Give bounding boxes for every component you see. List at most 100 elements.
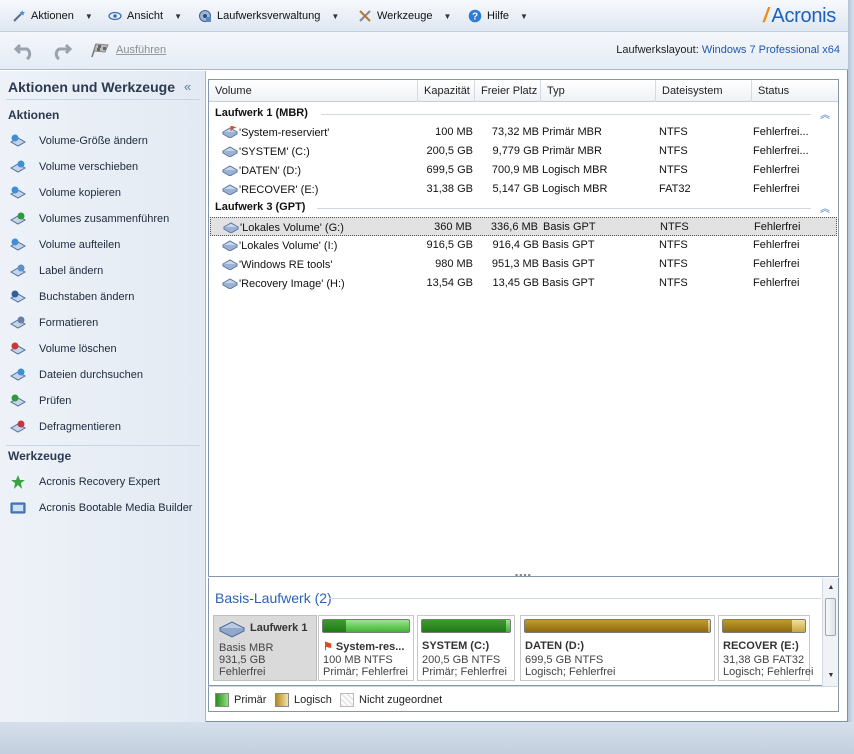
sidebar-action-item[interactable]: Volume verschieben [10, 158, 200, 176]
filesystem-cell: NTFS [659, 164, 688, 176]
table-row[interactable]: 'Lokales Volume' (I:) 916,5 GB 916,4 GB Bas… [210, 236, 837, 255]
sidebar-tool-item[interactable]: Acronis Recovery Expert [10, 473, 200, 491]
column-free-space[interactable]: Freier Platz [475, 80, 541, 102]
filesystem-cell: NTFS [659, 145, 688, 157]
volume-cell: 'System-reserviert' [222, 126, 329, 139]
volume-icon [223, 222, 239, 233]
partition-card[interactable]: SYSTEM (C:) 200,5 GB NTFS Primär; Fehlerfr… [417, 615, 515, 681]
sidebar-action-label: Buchstaben ändern [39, 291, 135, 303]
menu-actions-label: Aktionen [31, 10, 74, 22]
volume-cell: 'Windows RE tools' [222, 258, 332, 271]
splitter-grip[interactable]: ▪▪▪▪ [515, 570, 532, 580]
partition-status: Primär; Fehlerfrei [323, 666, 408, 678]
sidebar-action-item[interactable]: Volume löschen [10, 340, 200, 358]
scroll-up-icon[interactable]: ▲ [823, 581, 839, 595]
partition-card[interactable]: RECOVER (E:) 31,38 GB FAT32 Logisch; Fehle… [718, 615, 814, 681]
sidebar-tool-item[interactable]: Acronis Bootable Media Builder [10, 499, 200, 517]
sidebar-action-label: Volume löschen [39, 343, 117, 355]
format-icon [10, 316, 26, 329]
scroll-thumb[interactable] [825, 598, 836, 636]
column-filesystem[interactable]: Dateisystem [656, 80, 752, 102]
execute-button[interactable]: Ausführen [90, 42, 166, 58]
table-row[interactable]: 'Lokales Volume' (G:) 360 MB 336,6 MB Basis… [210, 217, 837, 236]
menu-tools-label: Werkzeuge [377, 10, 433, 22]
volume-list: Volume Kapazität Freier Platz Typ Dateis… [208, 79, 839, 577]
column-volume[interactable]: Volume [209, 80, 418, 102]
scroll-down-icon[interactable]: ▼ [823, 669, 839, 683]
column-capacity[interactable]: Kapazität [418, 80, 475, 102]
acronis-logo: / Acronis [763, 4, 836, 28]
chevron-down-icon: ▼ [443, 11, 452, 21]
sidebar-action-item[interactable]: Volume-Größe ändern [10, 132, 200, 150]
menu-tools[interactable]: Werkzeuge ▼ [358, 8, 451, 24]
column-type[interactable]: Typ [541, 80, 656, 102]
capacity-cell: 980 MB [435, 258, 473, 270]
undo-button[interactable] [14, 40, 36, 60]
primary-swatch-icon [215, 693, 229, 707]
execute-label: Ausführen [116, 44, 167, 56]
sidebar-action-item[interactable]: Volume aufteilen [10, 236, 200, 254]
volume-name: 'SYSTEM' (C:) [239, 146, 310, 158]
volume-icon [222, 165, 238, 176]
sidebar-action-item[interactable]: Defragmentieren [10, 418, 200, 436]
sidebar-action-item[interactable]: Buchstaben ändern [10, 288, 200, 306]
table-row[interactable]: 'Windows RE tools' 980 MB 951,3 MB Basis GP… [210, 255, 837, 274]
chevron-down-icon: ▼ [520, 11, 528, 21]
legend-unallocated: Nicht zugeordnet [340, 693, 442, 707]
type-cell: Basis GPT [543, 221, 596, 233]
filesystem-cell: NTFS [659, 277, 688, 289]
menu-actions[interactable]: Aktionen ▼ [12, 8, 93, 24]
label-icon [10, 264, 26, 277]
type-cell: Logisch MBR [542, 183, 608, 195]
sidebar-action-item[interactable]: Formatieren [10, 314, 200, 332]
actions-heading: Aktionen [8, 108, 60, 122]
free-space-cell: 916,4 GB [492, 239, 539, 251]
table-row[interactable]: 'SYSTEM' (C:) 200,5 GB 9,779 GB Primär MBR N… [210, 142, 837, 161]
merge-volumes-icon [10, 212, 26, 225]
partition-usage-bar [524, 619, 711, 633]
sidebar-action-label: Volume aufteilen [39, 239, 121, 251]
resize-volume-icon [10, 134, 26, 147]
sidebar-action-item[interactable]: Volume kopieren [10, 184, 200, 202]
redo-button[interactable] [50, 40, 72, 60]
table-row[interactable]: 'DATEN' (D:) 699,5 GB 700,9 MB Logisch MBR N… [210, 161, 837, 180]
menu-view[interactable]: Ansicht ▼ [108, 8, 182, 24]
volume-icon [222, 259, 238, 270]
disk-layout-link[interactable]: Windows 7 Professional x64 [702, 44, 840, 56]
status-cell: Fehlerfrei... [753, 145, 809, 157]
browse-files-icon [10, 368, 26, 381]
chevron-down-icon: ▼ [174, 11, 182, 21]
collapse-group-icon[interactable]: ︽ [820, 200, 830, 215]
menu-disk-management[interactable]: Laufwerksverwaltung ▼ [198, 8, 339, 24]
table-row[interactable]: 'RECOVER' (E:) 31,38 GB 5,147 GB Logisch MB… [210, 180, 837, 199]
sidebar-action-label: Label ändern [39, 265, 104, 277]
partition-card[interactable]: DATEN (D:) 699,5 GB NTFS Logisch; Fehlerfr… [520, 615, 715, 681]
menu-view-label: Ansicht [127, 10, 164, 22]
column-status[interactable]: Status [752, 80, 838, 102]
capacity-cell: 31,38 GB [426, 183, 473, 195]
menu-help[interactable]: ? Hilfe ▼ [468, 8, 528, 24]
sidebar-action-item[interactable]: Dateien durchsuchen [10, 366, 200, 384]
sidebar: Aktionen und Werkzeuge « Aktionen Volume… [0, 71, 206, 722]
status-cell: Fehlerfrei... [753, 126, 809, 138]
app-window: Aktionen ▼ Ansicht ▼ Laufwerksverwaltung… [0, 0, 848, 722]
collapse-group-icon[interactable]: ︽ [820, 106, 830, 121]
move-volume-icon [10, 160, 26, 173]
table-row[interactable]: 'Recovery Image' (H:) 13,54 GB 13,45 GB Bas… [210, 274, 837, 293]
lower-scrollbar[interactable]: ▲ ▼ [822, 578, 838, 686]
check-icon [10, 394, 26, 407]
table-row[interactable]: 'System-reserviert' 100 MB 73,32 MB Primär … [210, 123, 837, 142]
menu-bar: Aktionen ▼ Ansicht ▼ Laufwerksverwaltung… [0, 0, 848, 32]
collapse-sidebar-icon[interactable]: « [184, 79, 191, 94]
sidebar-action-item[interactable]: Label ändern [10, 262, 200, 280]
volume-name: 'Lokales Volume' (G:) [240, 222, 344, 234]
partition-name: SYSTEM (C:) [422, 640, 489, 652]
divider [321, 114, 811, 115]
partition-usage-bar [421, 619, 511, 633]
partition-card[interactable]: ⚑ System-res... 100 MB NTFS Primär; Fehler… [318, 615, 414, 681]
sidebar-action-item[interactable]: Prüfen [10, 392, 200, 410]
group-header: Laufwerk 1 (MBR) [215, 107, 308, 119]
disk-card[interactable]: Laufwerk 1 Basis MBR 931,5 GB Fehlerfrei [213, 615, 317, 681]
volume-icon [222, 146, 238, 157]
sidebar-action-item[interactable]: Volumes zusammenführen [10, 210, 200, 228]
